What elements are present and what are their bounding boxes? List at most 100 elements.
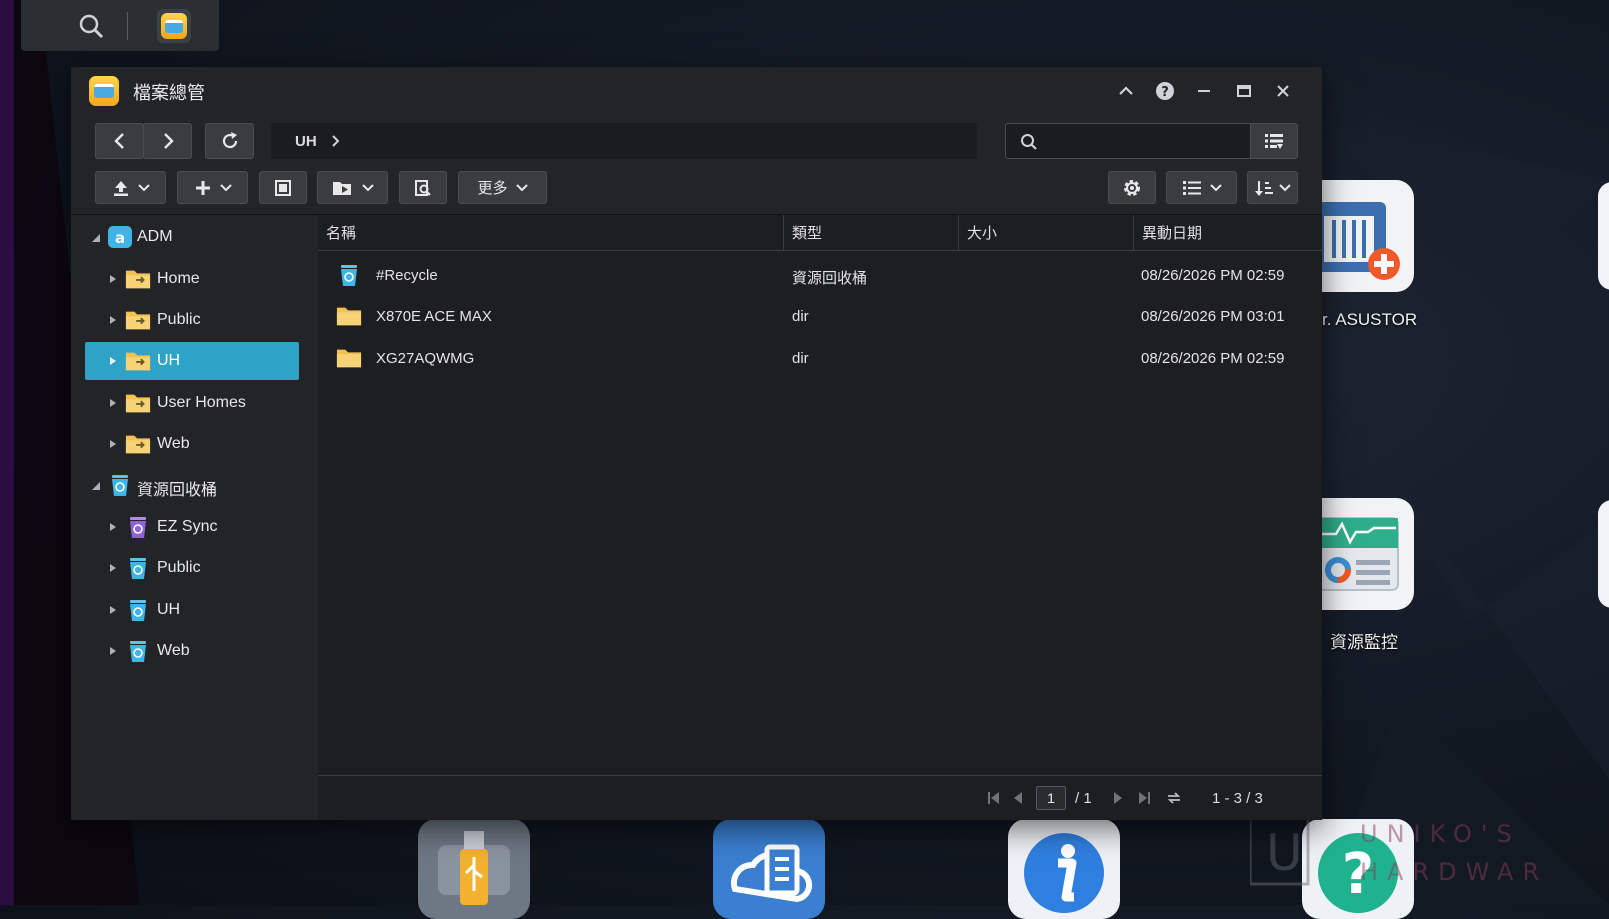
expand-right-icon[interactable] (109, 646, 117, 656)
expand-down-icon[interactable] (91, 481, 101, 491)
taskbar-search-button[interactable] (73, 8, 109, 44)
tree-item-recycle-web[interactable]: Web (71, 632, 318, 670)
file-modified: 08/26/2026 PM 03:01 (1141, 308, 1285, 325)
share-button[interactable] (317, 171, 388, 204)
forward-button[interactable] (143, 123, 192, 159)
asustor-backup-icon (1322, 180, 1414, 292)
tree-item-label: Home (157, 270, 200, 287)
desktop-icon-asustor[interactable] (1322, 180, 1414, 292)
upload-button[interactable] (95, 171, 166, 204)
tree-item-label: UH (157, 352, 181, 369)
expand-down-icon[interactable] (91, 233, 101, 243)
taskbar-separator (127, 12, 128, 40)
chevron-up-icon (1119, 86, 1133, 95)
select-all-button[interactable] (259, 171, 307, 204)
tree-item-uh[interactable]: UH (71, 342, 318, 380)
file-type: dir (792, 350, 809, 367)
refresh-button[interactable] (205, 123, 254, 159)
settings-button[interactable] (1108, 171, 1156, 204)
list-view-icon (1182, 180, 1201, 195)
create-button[interactable] (177, 171, 248, 204)
breadcrumb-item[interactable]: UH (295, 133, 317, 150)
expand-right-icon[interactable] (109, 356, 117, 366)
svg-text:U: U (1266, 824, 1303, 882)
view-mode-button[interactable] (1166, 171, 1237, 204)
close-button[interactable] (1271, 79, 1295, 103)
taskbar (21, 0, 219, 51)
tree-item-recycle-ez-sync[interactable]: EZ Sync (71, 508, 318, 546)
tree-group-recycle-bin[interactable]: 資源回收桶 (71, 466, 318, 504)
tree-group-label: ADM (137, 228, 173, 245)
back-button[interactable] (95, 123, 144, 159)
tree-item-recycle-uh[interactable]: UH (71, 591, 318, 629)
desktop-icon-partial[interactable] (1598, 500, 1609, 608)
tree-item-public[interactable]: Public (71, 301, 318, 339)
help-button[interactable]: ? (1153, 79, 1177, 103)
dock-icon-usb[interactable] (418, 819, 530, 919)
search-icon (79, 14, 104, 39)
last-page-button[interactable] (1136, 790, 1152, 806)
tree-item-label: Public (157, 311, 201, 328)
tree-group-adm[interactable]: a ADM (71, 218, 318, 256)
dock-icon-info[interactable] (1008, 819, 1120, 919)
svg-text:HARDWARE: HARDWARE (1360, 858, 1550, 886)
column-header-size[interactable]: 大小 (959, 215, 1134, 251)
svg-text:?: ? (1161, 85, 1169, 100)
tree-group-label: 資源回收桶 (137, 482, 218, 499)
tree-item-web[interactable]: Web (71, 425, 318, 463)
expand-right-icon[interactable] (109, 605, 117, 615)
minimize-icon (1198, 90, 1210, 92)
dock-icon-backup[interactable] (713, 819, 825, 919)
pagination-bar: / 1 1 - 3 / 3 (318, 775, 1322, 820)
expand-right-icon[interactable] (109, 522, 117, 532)
recycle-bin-icon (130, 641, 146, 662)
minimize-button[interactable] (1192, 79, 1216, 103)
title-bar[interactable]: 檔案總管 ? (71, 67, 1322, 117)
file-name: #Recycle (376, 267, 438, 284)
reload-list-button[interactable] (1166, 790, 1182, 806)
file-type: dir (792, 308, 809, 325)
next-page-icon (1114, 792, 1122, 804)
expand-right-icon[interactable] (109, 563, 117, 573)
column-header-name[interactable]: 名稱 (318, 215, 784, 251)
expand-right-icon[interactable] (109, 398, 117, 408)
file-modified: 08/26/2026 PM 02:59 (1141, 267, 1285, 284)
first-page-button[interactable] (986, 790, 1002, 806)
more-button[interactable]: 更多 (458, 171, 547, 204)
prev-page-button[interactable] (1010, 790, 1026, 806)
adm-drive-icon: a (108, 226, 132, 248)
expand-right-icon[interactable] (109, 439, 117, 449)
search-field[interactable] (1005, 123, 1251, 159)
table-row[interactable]: X870E ACE MAX dir 08/26/2026 PM 03:01 (318, 296, 1322, 336)
search-options-button[interactable] (1250, 123, 1298, 159)
page-number-input[interactable] (1036, 786, 1066, 810)
column-header-type[interactable]: 類型 (784, 215, 959, 251)
refresh-icon (222, 132, 237, 149)
taskbar-file-explorer-button[interactable] (157, 9, 191, 43)
sync-icon (1167, 792, 1181, 804)
collapse-button[interactable] (1114, 79, 1138, 103)
breadcrumb[interactable]: UH (271, 123, 977, 159)
tree-item-user-homes[interactable]: User Homes (71, 384, 318, 422)
tree-item-label: UH (157, 601, 181, 618)
expand-right-icon[interactable] (109, 315, 117, 325)
expand-right-icon[interactable] (109, 274, 117, 284)
shared-folder-icon (125, 270, 151, 289)
upload-icon (113, 180, 128, 196)
preview-icon (415, 179, 431, 196)
next-page-button[interactable] (1110, 790, 1126, 806)
tree-item-home[interactable]: Home (71, 260, 318, 298)
sort-button[interactable] (1247, 171, 1298, 204)
maximize-button[interactable] (1232, 79, 1256, 103)
desktop-icon-resource-monitor[interactable] (1322, 498, 1414, 610)
column-header-modified[interactable]: 異動日期 (1134, 215, 1322, 251)
tree-item-recycle-public[interactable]: Public (71, 549, 318, 587)
table-row[interactable]: XG27AQWMG dir 08/26/2026 PM 02:59 (318, 338, 1322, 378)
file-modified: 08/26/2026 PM 02:59 (1141, 350, 1285, 367)
cloud-server-icon (730, 844, 813, 903)
desktop-icon-partial[interactable] (1598, 182, 1609, 290)
table-row[interactable]: #Recycle 資源回收桶 08/26/2026 PM 02:59 (318, 255, 1322, 295)
total-pages: / 1 (1075, 790, 1092, 807)
preview-button[interactable] (399, 171, 447, 204)
search-input[interactable] (1046, 130, 1246, 154)
